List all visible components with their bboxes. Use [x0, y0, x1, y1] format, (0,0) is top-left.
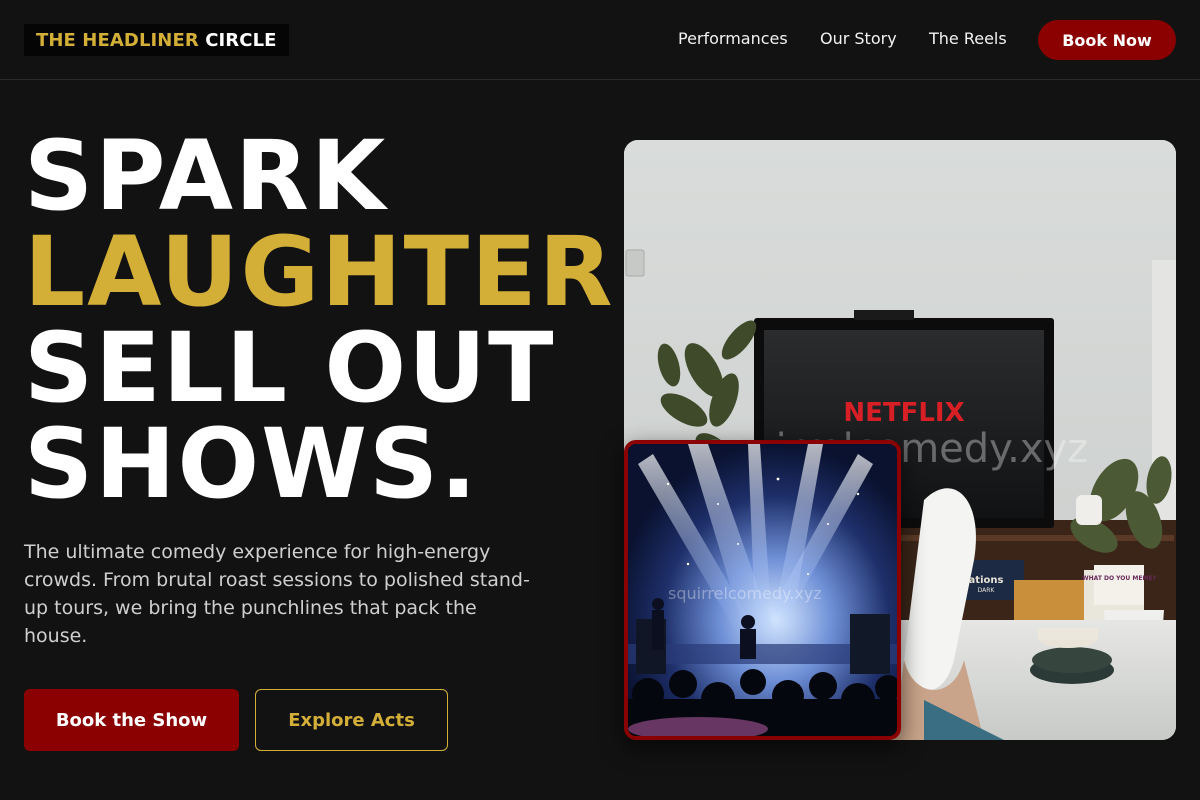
brand-logo[interactable]: THE HEADLINER CIRCLE: [24, 24, 289, 56]
headline-line-2: LAUGHTER.: [24, 216, 655, 328]
headline-line-4: SHOWS.: [24, 408, 479, 520]
concert-inset-image: squirrelcomedy.xyz: [624, 440, 901, 740]
tv-brand-text: NETFLIX: [843, 398, 964, 428]
book-now-button[interactable]: Book Now: [1038, 20, 1176, 60]
inset-image-watermark: squirrelcomedy.xyz: [668, 584, 822, 603]
book-title-text: ations: [969, 575, 1004, 586]
headline-line-3: SELL OUT: [24, 312, 556, 424]
nav-link-the-reels[interactable]: The Reels: [929, 29, 1007, 48]
site-header: THE HEADLINER CIRCLE Performances Our St…: [0, 0, 1200, 80]
nav-link-our-story[interactable]: Our Story: [820, 29, 897, 48]
hero-headline: SPARK LAUGHTER. SELL OUT SHOWS.: [24, 128, 655, 512]
explore-acts-button[interactable]: Explore Acts: [255, 689, 448, 751]
brand-name-primary: THE HEADLINER: [36, 29, 199, 51]
hero-description: The ultimate comedy experience for high-…: [24, 541, 530, 647]
concert-illustration: squirrelcomedy.xyz: [628, 444, 897, 736]
book-sub-text: DARK: [978, 587, 996, 594]
box-text: WHAT DO YOU MEME?: [1082, 575, 1157, 582]
nav-link-performances[interactable]: Performances: [678, 29, 788, 48]
brand-name-secondary: CIRCLE: [205, 29, 277, 51]
headline-line-1: SPARK: [24, 120, 388, 232]
book-the-show-button[interactable]: Book the Show: [24, 689, 239, 751]
